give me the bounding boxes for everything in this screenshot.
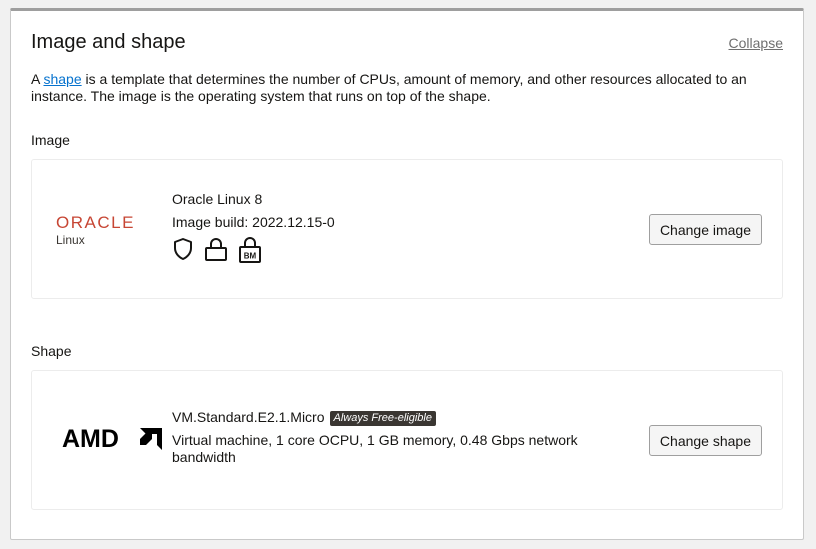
change-shape-button[interactable]: Change shape xyxy=(648,425,762,456)
shape-name: VM.Standard.E2.1.Micro xyxy=(172,409,325,425)
oracle-linux-logo: ORACLE Linux xyxy=(42,212,162,253)
amd-arrow-icon xyxy=(140,428,163,451)
collapse-link[interactable]: Collapse xyxy=(729,35,783,51)
shield-icon xyxy=(172,237,194,263)
shape-name-row: VM.Standard.E2.1.Micro Always Free-eligib… xyxy=(172,409,602,426)
change-image-button[interactable]: Change image xyxy=(648,214,762,245)
oracle-linux-logo-graphic: ORACLE Linux xyxy=(56,213,135,247)
amd-logo: AMD xyxy=(42,425,163,460)
image-details: Oracle Linux 8 Image build: 2022.12.15-0 xyxy=(172,191,335,263)
image-name: Oracle Linux 8 xyxy=(172,191,263,207)
image-and-shape-panel: Image and shape Collapse A shape is a te… xyxy=(10,8,804,540)
always-free-badge: Always Free-eligible xyxy=(329,411,436,426)
shape-details: VM.Standard.E2.1.Micro Always Free-eligib… xyxy=(172,409,602,466)
shape-help-link[interactable]: shape xyxy=(43,71,81,87)
oracle-logo-sub: Linux xyxy=(56,233,85,247)
panel-description: A shape is a template that determines th… xyxy=(31,71,771,105)
amd-logo-text: AMD xyxy=(62,425,119,453)
shape-description: Virtual machine, 1 core OCPU, 1 GB memor… xyxy=(172,432,578,465)
image-build: Image build: 2022.12.15-0 xyxy=(172,214,335,230)
bm-lock-icon: BM xyxy=(238,237,262,263)
oracle-logo-brand: ORACLE xyxy=(56,213,135,232)
lock-icon xyxy=(204,237,228,263)
panel-header: Image and shape Collapse xyxy=(31,29,783,59)
panel-title: Image and shape xyxy=(31,31,186,53)
amd-logo-graphic: AMD xyxy=(62,425,163,453)
bm-label: BM xyxy=(244,252,257,261)
image-section-label: Image xyxy=(31,132,70,148)
description-text: is a template that determines the number… xyxy=(31,71,747,104)
description-prefix: A xyxy=(31,71,44,87)
shape-section-label: Shape xyxy=(31,343,72,359)
shape-card: AMD VM.Standard.E2.1.Micro Always Free-el… xyxy=(31,370,783,510)
image-security-icons: BM xyxy=(172,237,335,263)
image-card: ORACLE Linux Oracle Linux 8 Image build:… xyxy=(31,159,783,299)
